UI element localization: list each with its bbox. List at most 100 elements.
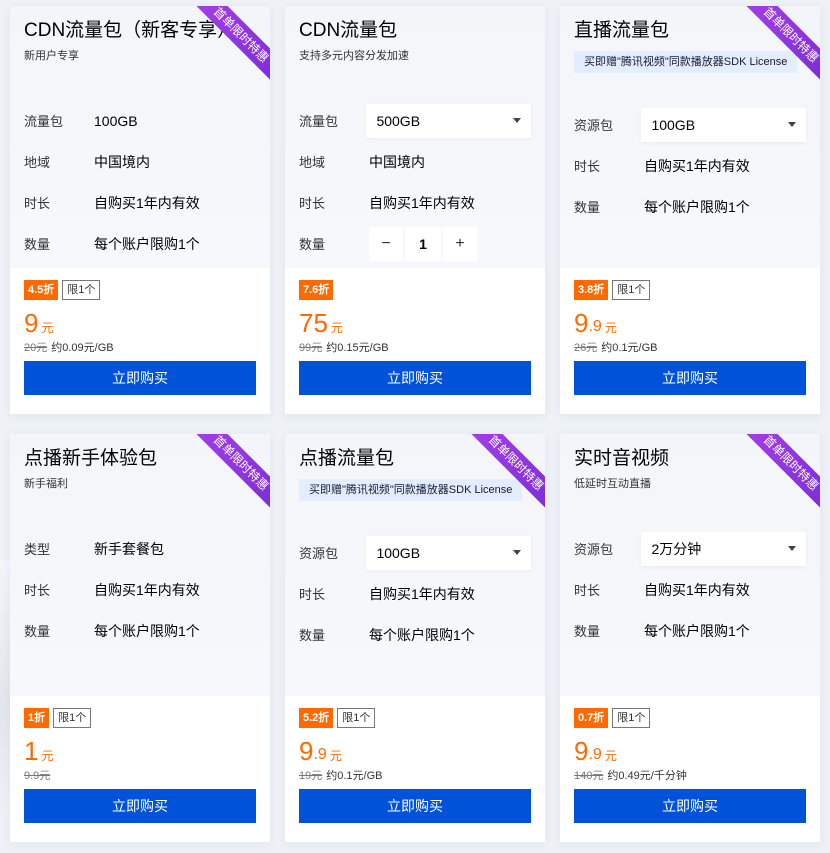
card-header-area: CDN流量包 支持多元内容分发加速 流量包 500GB 地域 中国境内 时长 自购买1年内… — [285, 6, 545, 268]
promo-ribbon-text: 首单限时特惠 — [194, 434, 270, 510]
spec-label: 时长 — [24, 583, 51, 598]
spec-rows: 流量包 100GB 地域 中国境内 时长 自购买1年内有效 数量 每个账户限购1个 — [24, 100, 256, 264]
promo-ribbon: 首单限时特惠 — [190, 6, 270, 86]
spec-select[interactable]: 100GB — [641, 107, 806, 142]
spec-label: 资源包 — [574, 118, 614, 133]
promo-ribbon-text: 首单限时特惠 — [194, 6, 270, 82]
chevron-down-icon — [788, 546, 796, 551]
limit-badge: 限1个 — [612, 708, 651, 728]
spec-label: 流量包 — [24, 114, 64, 129]
chevron-down-icon — [513, 550, 521, 555]
quantity-stepper: −1 + — [369, 226, 477, 261]
discount-badge: 4.5折 — [24, 280, 59, 300]
card-subtitle: 支持多元内容分发加速 — [299, 50, 409, 62]
plus-icon[interactable]: + — [443, 226, 477, 261]
buy-now-button[interactable]: 立即购买 — [574, 361, 806, 395]
discount-badge: 0.7折 — [574, 708, 609, 728]
promo-ribbon-text: 首单限时特惠 — [744, 434, 820, 510]
price: 9.9 元 — [299, 734, 531, 766]
price-detail: 19元 约0.1元/GB — [299, 767, 531, 782]
spec-value: 每个账户限购1个 — [94, 235, 200, 252]
spec-row: 数量 每个账户限购1个 — [574, 186, 806, 227]
spec-value: 自购买1年内有效 — [369, 585, 475, 602]
price: 9.9 元 — [574, 306, 806, 338]
spec-row: 时长 自购买1年内有效 — [299, 182, 531, 223]
price-area: 0.7折 限1个 9.9 元 140元 约0.49元/千分钟 立即购买 — [560, 696, 820, 823]
price-unit: 元 — [604, 321, 617, 335]
price-detail: 140元 约0.49元/千分钟 — [574, 767, 806, 782]
spec-value: 每个账户限购1个 — [644, 622, 750, 639]
price-unit: 元 — [41, 321, 54, 335]
quantity-input[interactable]: 1 — [405, 226, 441, 261]
spec-value: 自购买1年内有效 — [369, 194, 475, 211]
price: 9元 — [24, 306, 256, 338]
buy-now-button[interactable]: 立即购买 — [574, 789, 806, 823]
spec-row: 资源包 100GB — [574, 104, 806, 145]
spec-row: 数量 每个账户限购1个 — [574, 610, 806, 651]
unit-price: 约0.09元/GB — [51, 342, 114, 354]
spec-value: 自购买1年内有效 — [94, 194, 200, 211]
spec-label: 时长 — [24, 196, 51, 211]
buy-now-button[interactable]: 立即购买 — [24, 361, 256, 395]
select-value: 500GB — [376, 112, 421, 129]
spec-row: 时长 自购买1年内有效 — [299, 573, 531, 614]
price-integer: 9 — [24, 308, 39, 338]
discount-badge: 5.2折 — [299, 708, 334, 728]
spec-row: 类型 新手套餐包 — [24, 528, 256, 569]
discount-badge: 3.8折 — [574, 280, 609, 300]
spec-value: 自购买1年内有效 — [644, 581, 750, 598]
spec-label: 资源包 — [574, 542, 614, 557]
spec-rows: 类型 新手套餐包 时长 自购买1年内有效 数量 每个账户限购1个 — [24, 528, 256, 651]
minus-icon[interactable]: − — [369, 226, 403, 261]
spec-row: 数量 每个账户限购1个 — [24, 223, 256, 264]
spec-label: 时长 — [299, 587, 326, 602]
spec-value: 自购买1年内有效 — [644, 157, 750, 174]
product-card-grid: CDN流量包（新客专享） 新用户专享 流量包 100GB 地域 中国境内 时长 自购买1年… — [10, 6, 820, 842]
buy-now-button[interactable]: 立即购买 — [24, 789, 256, 823]
badge-group: 7.6折 — [299, 280, 531, 300]
badge-group: 3.8折 限1个 — [574, 280, 806, 300]
price-area: 7.6折 75 元 99元 约0.15元/GB 立即购买 — [285, 268, 545, 395]
badge-group: 4.5折 限1个 — [24, 280, 256, 300]
spec-value: 中国境内 — [94, 153, 150, 170]
price-unit: 元 — [41, 749, 54, 763]
buy-now-button[interactable]: 立即购买 — [299, 789, 531, 823]
spec-label: 地域 — [24, 155, 51, 170]
limit-badge: 限1个 — [337, 708, 376, 728]
price-decimal: .9 — [313, 746, 327, 763]
product-card: 点播流量包 买即赠"腾讯视频"同款播放器SDK License 资源包 100GB… — [285, 434, 545, 842]
spec-label: 数量 — [299, 628, 326, 643]
spec-row: 流量包 500GB — [299, 100, 531, 141]
spec-label: 地域 — [299, 155, 326, 170]
spec-select[interactable]: 100GB — [366, 535, 531, 570]
discount-badge: 1折 — [24, 708, 50, 728]
original-price: 20元 — [24, 342, 48, 354]
select-value: 2万分钟 — [651, 540, 702, 557]
spec-select[interactable]: 2万分钟 — [641, 531, 806, 566]
spec-row: 地域 中国境内 — [299, 141, 531, 182]
spec-label: 数量 — [574, 624, 601, 639]
select-value: 100GB — [651, 116, 696, 133]
buy-now-button[interactable]: 立即购买 — [299, 361, 531, 395]
spec-rows: 资源包 2万分钟时长 自购买1年内有效数量 每个账户限购1个 — [574, 528, 806, 651]
price-area: 1折 限1个 1元 9.9元 立即购买 — [10, 696, 270, 823]
price-area: 4.5折 限1个 9元 20元 约0.09元/GB 立即购买 — [10, 268, 270, 395]
price: 75 元 — [299, 306, 531, 338]
promo-ribbon-text: 首单限时特惠 — [744, 6, 820, 82]
price-decimal: .9 — [588, 318, 602, 335]
spec-label: 数量 — [574, 200, 601, 215]
spec-value: 每个账户限购1个 — [369, 626, 475, 643]
badge-group: 1折 限1个 — [24, 708, 256, 728]
price-unit: 元 — [329, 749, 342, 763]
discount-badge: 7.6折 — [299, 280, 334, 300]
spec-label: 时长 — [574, 159, 601, 174]
price-detail: 9.9元 — [24, 767, 256, 782]
spec-select[interactable]: 500GB — [366, 103, 531, 138]
spec-row: 时长 自购买1年内有效 — [574, 569, 806, 610]
original-price: 26元 — [574, 342, 598, 354]
badge-group: 0.7折 限1个 — [574, 708, 806, 728]
spec-label: 时长 — [574, 583, 601, 598]
chevron-down-icon — [513, 118, 521, 123]
price-area: 3.8折 限1个 9.9 元 26元 约0.1元/GB 立即购买 — [560, 268, 820, 395]
spec-rows: 资源包 100GB 时长 自购买1年内有效数量 每个账户限购1个 — [574, 104, 806, 227]
